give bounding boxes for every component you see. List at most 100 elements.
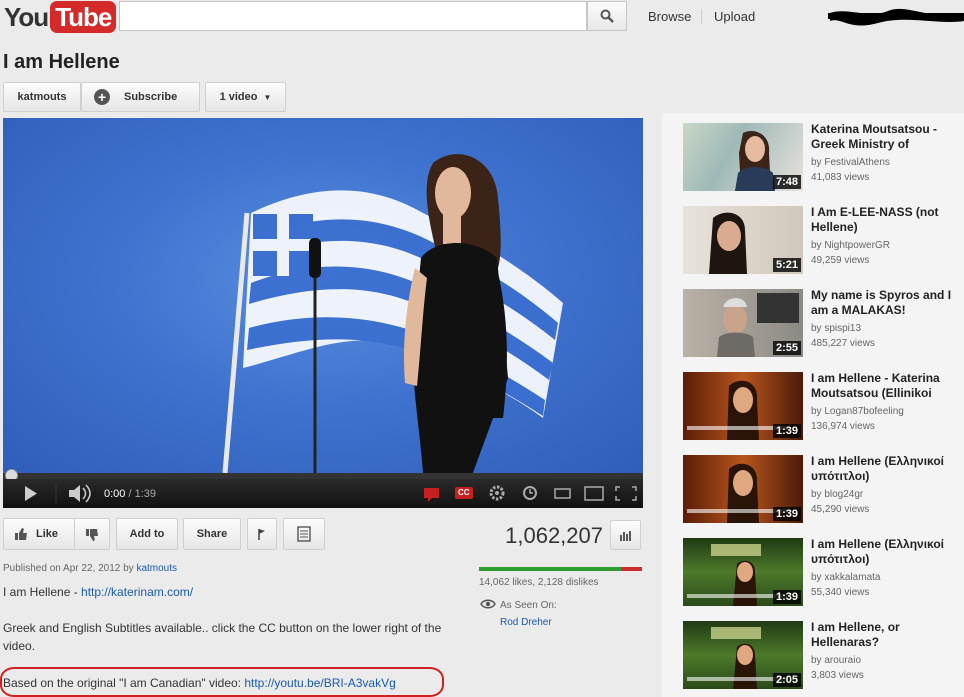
youtube-logo[interactable]: You Tube (4, 0, 117, 34)
play-icon (25, 486, 37, 501)
time-display: 0:00 / 1:39 (104, 488, 156, 500)
transcript-icon (297, 526, 311, 542)
annotations-icon (424, 488, 439, 502)
related-video-uploader: by FestivalAthens (811, 157, 890, 168)
share-button[interactable]: Share (183, 518, 241, 550)
related-video-uploader: by NightpowerGR (811, 240, 890, 251)
related-video-title[interactable]: I am Hellene (Ελληνικοί υπότιτλοι) (811, 454, 963, 484)
eye-icon (480, 599, 496, 609)
red-highlight-circle (0, 667, 444, 697)
video-frame[interactable] (3, 118, 643, 473)
related-video-title[interactable]: I am Hellene (Ελληνικοί υπότιτλοι) (811, 537, 963, 567)
plus-icon: + (94, 89, 110, 105)
as-seen-on-label: As Seen On: (500, 600, 557, 611)
video-player[interactable]: 0:00 / 1:39 CC (3, 118, 643, 508)
related-video-views: 3,803 views (811, 670, 864, 681)
related-video-uploader: by xakkalamata (811, 572, 881, 583)
large-player-icon (584, 486, 604, 501)
settings-gear-icon (489, 485, 505, 501)
thumbs-down-icon[interactable] (85, 528, 99, 542)
redacted-username-scribble (828, 8, 964, 26)
time-current: 0:00 (104, 488, 126, 500)
related-video-item[interactable]: 1:39 I am Hellene (Ελληνικοί υπότιτλοι) … (683, 454, 963, 523)
related-video-title[interactable]: I am Hellene - Katerina Moutsatsou (Elli… (811, 371, 963, 401)
related-video-views: 485,227 views (811, 338, 875, 349)
view-count: 1,062,207 (505, 523, 603, 548)
video-title: I am Hellene (3, 51, 120, 73)
logo-tube-text: Tube (50, 1, 117, 33)
related-video-thumbnail[interactable]: 5:21 (683, 206, 803, 274)
singer-figure (404, 154, 508, 473)
like-label: Like (36, 528, 59, 540)
transcript-button[interactable] (283, 518, 325, 550)
volume-icon (69, 484, 91, 503)
nav-divider (701, 9, 702, 24)
uploader-link[interactable]: katmouts (136, 563, 177, 574)
related-video-views: 41,083 views (811, 172, 870, 183)
description-line-2: Greek and English Subtitles available.. … (3, 621, 442, 653)
related-video-item[interactable]: 7:48 Katerina Moutsatsou - Greek Ministr… (683, 122, 963, 191)
search-input[interactable] (119, 1, 587, 31)
add-to-button[interactable]: Add to (116, 518, 178, 550)
channel-videos-dropdown[interactable]: 1 video ▼ (205, 82, 286, 112)
likes-dislikes-count: 14,062 likes, 2,128 dislikes (479, 577, 599, 588)
stats-button[interactable] (610, 520, 641, 550)
related-video-item[interactable]: 5:21 I Am E-LEE-NASS (not Hellene) by Ni… (683, 205, 963, 274)
player-controls (3, 479, 643, 508)
related-video-item[interactable]: 2:05 I am Hellene, or Hellenaras? by aro… (683, 620, 963, 689)
chevron-down-icon: ▼ (263, 92, 272, 102)
videos-count-label: 1 video (219, 91, 258, 103)
like-button[interactable]: Like (3, 518, 110, 550)
related-video-thumbnail[interactable]: 7:48 (683, 123, 803, 191)
share-label: Share (196, 528, 228, 540)
thumbs-up-icon (15, 528, 27, 540)
related-video-uploader: by blog24gr (811, 489, 864, 500)
video-still-greek-flag-singer (222, 154, 563, 473)
channel-name: katmouts (17, 91, 67, 103)
related-video-thumbnail[interactable]: 2:55 (683, 289, 803, 357)
related-video-thumbnail[interactable]: 1:39 (683, 455, 803, 523)
related-video-title[interactable]: I Am E-LEE-NASS (not Hellene) (811, 205, 963, 235)
subscribe-label: Subscribe (124, 91, 178, 103)
published-info: Published on Apr 22, 2012 by katmouts (3, 563, 177, 574)
related-video-uploader: by Logan87bofeeling (811, 406, 904, 417)
related-video-views: 136,974 views (811, 421, 875, 432)
watch-later-clock-icon (523, 486, 537, 500)
add-to-label: Add to (129, 528, 165, 540)
flag-icon (258, 529, 265, 540)
channel-button[interactable]: katmouts (3, 82, 81, 112)
time-total: / 1:39 (128, 488, 157, 500)
logo-you-text: You (4, 1, 49, 32)
related-video-item[interactable]: 1:39 I am Hellene - Katerina Moutsatsou … (683, 371, 963, 440)
related-video-thumbnail[interactable]: 1:39 (683, 538, 803, 606)
as-seen-on-link[interactable]: Rod Dreher (500, 617, 552, 628)
related-video-uploader: by arouraio (811, 655, 862, 666)
related-video-uploader: by spispi13 (811, 323, 862, 334)
upload-link[interactable]: Upload (714, 9, 755, 24)
related-video-thumbnail[interactable]: 2:05 (683, 621, 803, 689)
browse-link[interactable]: Browse (648, 9, 691, 24)
like-dislike-bar (479, 567, 642, 571)
related-video-title[interactable]: Katerina Moutsatsou - Greek Ministry of (811, 122, 963, 152)
related-video-views: 49,259 views (811, 255, 870, 266)
subscribe-button[interactable]: + Subscribe (81, 82, 200, 112)
related-video-item[interactable]: 1:39 I am Hellene (Ελληνικοί υπότιτλοι) … (683, 537, 963, 606)
related-video-title[interactable]: My name is Spyros and I am a MALAKAS! (811, 288, 963, 318)
related-video-thumbnail[interactable]: 1:39 (683, 372, 803, 440)
related-video-views: 55,340 views (811, 587, 870, 598)
cc-label[interactable]: CC (458, 488, 470, 497)
search-button[interactable] (587, 1, 627, 31)
dislike-bar-segment (620, 567, 642, 571)
related-video-views: 45,290 views (811, 504, 870, 515)
website-link[interactable]: http://katerinam.com/ (81, 585, 193, 599)
related-video-title[interactable]: I am Hellene, or Hellenaras? (811, 620, 963, 650)
fullscreen-icon (615, 486, 637, 501)
greek-flag-image (243, 190, 563, 418)
description-line-1: I am Hellene - http://katerinam.com/ (3, 585, 194, 599)
published-date: Published on Apr 22, 2012 by (3, 563, 134, 574)
flag-button[interactable] (247, 518, 277, 550)
bar-chart-icon (619, 531, 631, 541)
search-icon (600, 9, 614, 23)
related-video-item[interactable]: 2:55 My name is Spyros and I am a MALAKA… (683, 288, 963, 357)
small-player-icon (554, 488, 571, 499)
